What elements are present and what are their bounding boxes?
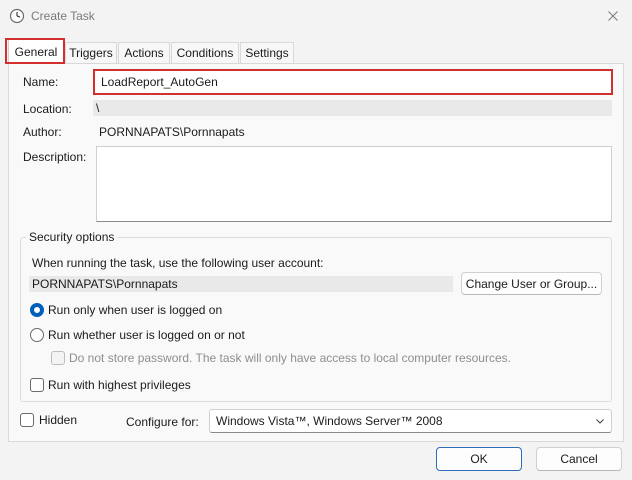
description-input[interactable] xyxy=(96,146,612,222)
change-user-button[interactable]: Change User or Group... xyxy=(461,272,602,295)
hidden-checkbox[interactable] xyxy=(20,413,34,427)
close-icon xyxy=(608,11,618,21)
cancel-button[interactable]: Cancel xyxy=(536,447,622,471)
location-value: \ xyxy=(93,100,612,116)
configure-for-select[interactable]: Windows Vista™, Windows Server™ 2008 xyxy=(209,409,612,433)
tab-conditions[interactable]: Conditions xyxy=(171,42,239,63)
tab-triggers[interactable]: Triggers xyxy=(65,42,117,63)
run-whether-label[interactable]: Run whether user is logged on or not xyxy=(48,328,245,342)
tab-actions[interactable]: Actions xyxy=(118,42,170,63)
name-input[interactable] xyxy=(93,69,613,95)
highest-privileges-label[interactable]: Run with highest privileges xyxy=(48,378,191,392)
description-label: Description: xyxy=(23,150,87,164)
name-label: Name: xyxy=(23,75,59,89)
highest-privileges-checkbox[interactable] xyxy=(30,378,44,392)
chevron-down-icon xyxy=(596,419,604,424)
author-label: Author: xyxy=(23,125,62,139)
configure-for-value: Windows Vista™, Windows Server™ 2008 xyxy=(216,414,443,428)
tab-general[interactable]: General xyxy=(8,39,64,64)
clock-icon xyxy=(9,8,25,24)
configure-for-label: Configure for: xyxy=(126,415,199,429)
run-logged-on-label[interactable]: Run only when user is logged on xyxy=(48,303,222,317)
author-value: PORNNAPATS\Pornnapats xyxy=(99,125,245,139)
close-button[interactable] xyxy=(600,5,626,27)
user-account-field: PORNNAPATS\Pornnapats xyxy=(29,276,453,292)
security-options-legend: Security options xyxy=(26,230,118,244)
hidden-label[interactable]: Hidden xyxy=(39,413,77,427)
account-prompt: When running the task, use the following… xyxy=(32,256,324,270)
no-store-password-label: Do not store password. The task will onl… xyxy=(69,351,511,365)
location-label: Location: xyxy=(23,102,72,116)
run-whether-radio[interactable] xyxy=(30,328,44,342)
no-store-password-checkbox[interactable] xyxy=(51,351,65,365)
tab-settings[interactable]: Settings xyxy=(240,42,294,63)
ok-button[interactable]: OK xyxy=(436,447,522,471)
window-title: Create Task xyxy=(31,9,95,23)
run-logged-on-radio[interactable] xyxy=(30,303,44,317)
